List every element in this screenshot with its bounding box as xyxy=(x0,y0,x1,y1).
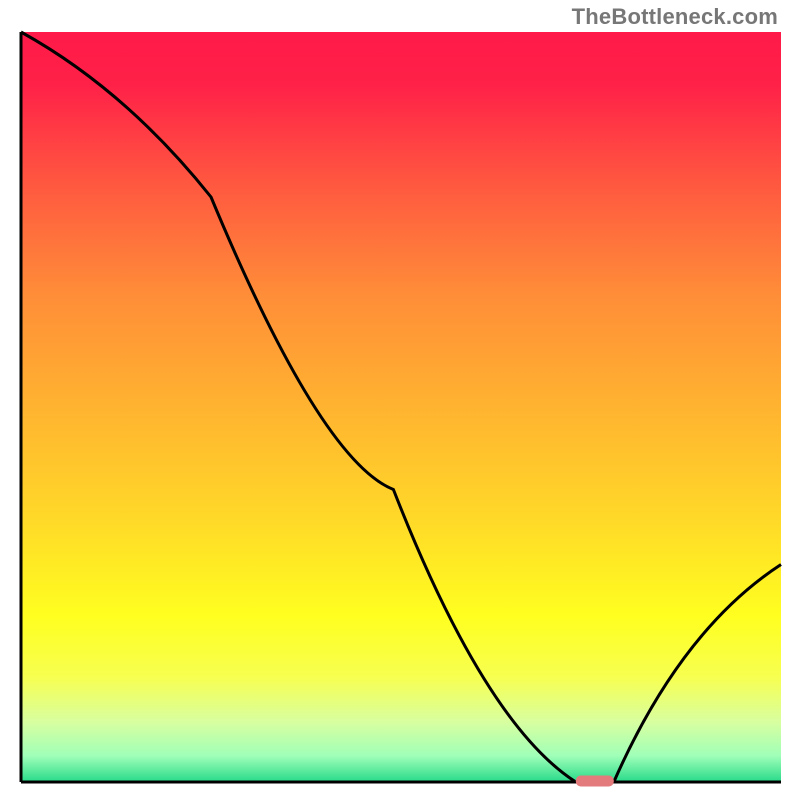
bottleneck-chart: TheBottleneck.com xyxy=(0,0,800,800)
plot-background xyxy=(21,32,781,782)
optimum-marker xyxy=(576,776,614,787)
chart-svg xyxy=(0,0,800,800)
